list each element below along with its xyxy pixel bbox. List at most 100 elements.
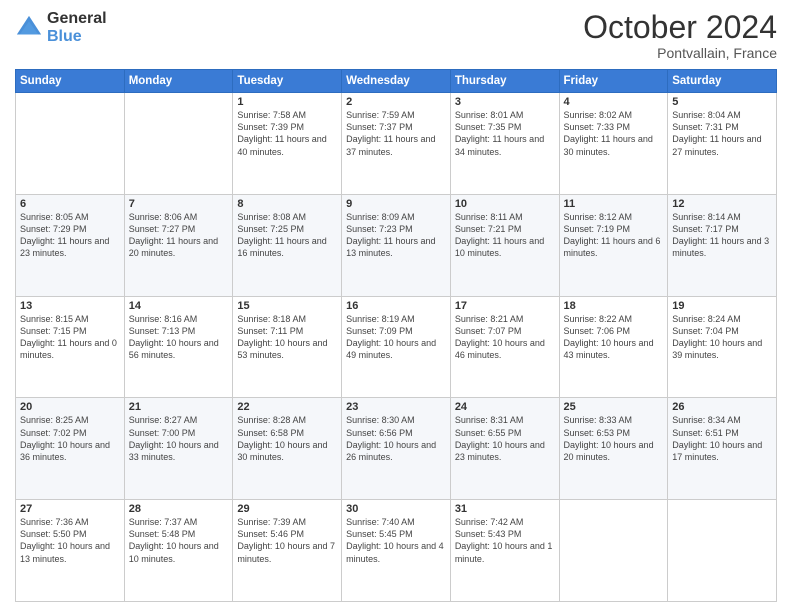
week-row-5: 27Sunrise: 7:36 AM Sunset: 5:50 PM Dayli… bbox=[16, 500, 777, 602]
calendar-cell-w1-d0 bbox=[16, 93, 125, 195]
calendar-cell-w4-d1: 21Sunrise: 8:27 AM Sunset: 7:00 PM Dayli… bbox=[124, 398, 233, 500]
day-info: Sunrise: 8:15 AM Sunset: 7:15 PM Dayligh… bbox=[20, 313, 120, 362]
day-number: 3 bbox=[455, 96, 555, 108]
day-number: 25 bbox=[564, 401, 664, 413]
day-number: 7 bbox=[129, 198, 229, 210]
header-wednesday: Wednesday bbox=[342, 70, 451, 93]
header: General Blue October 2024 Pontvallain, F… bbox=[15, 10, 777, 61]
day-number: 19 bbox=[672, 300, 772, 312]
day-number: 23 bbox=[346, 401, 446, 413]
day-info: Sunrise: 8:27 AM Sunset: 7:00 PM Dayligh… bbox=[129, 414, 229, 463]
logo-text: General Blue bbox=[47, 10, 107, 46]
calendar-cell-w3-d6: 19Sunrise: 8:24 AM Sunset: 7:04 PM Dayli… bbox=[668, 296, 777, 398]
calendar-cell-w2-d3: 9Sunrise: 8:09 AM Sunset: 7:23 PM Daylig… bbox=[342, 194, 451, 296]
calendar-cell-w5-d1: 28Sunrise: 7:37 AM Sunset: 5:48 PM Dayli… bbox=[124, 500, 233, 602]
calendar-cell-w3-d4: 17Sunrise: 8:21 AM Sunset: 7:07 PM Dayli… bbox=[450, 296, 559, 398]
calendar-cell-w1-d3: 2Sunrise: 7:59 AM Sunset: 7:37 PM Daylig… bbox=[342, 93, 451, 195]
day-number: 1 bbox=[237, 96, 337, 108]
day-info: Sunrise: 8:12 AM Sunset: 7:19 PM Dayligh… bbox=[564, 211, 664, 260]
header-monday: Monday bbox=[124, 70, 233, 93]
day-info: Sunrise: 8:19 AM Sunset: 7:09 PM Dayligh… bbox=[346, 313, 446, 362]
week-row-1: 1Sunrise: 7:58 AM Sunset: 7:39 PM Daylig… bbox=[16, 93, 777, 195]
day-info: Sunrise: 7:40 AM Sunset: 5:45 PM Dayligh… bbox=[346, 516, 446, 565]
day-info: Sunrise: 8:01 AM Sunset: 7:35 PM Dayligh… bbox=[455, 109, 555, 158]
calendar-cell-w2-d5: 11Sunrise: 8:12 AM Sunset: 7:19 PM Dayli… bbox=[559, 194, 668, 296]
day-info: Sunrise: 8:11 AM Sunset: 7:21 PM Dayligh… bbox=[455, 211, 555, 260]
calendar-cell-w3-d2: 15Sunrise: 8:18 AM Sunset: 7:11 PM Dayli… bbox=[233, 296, 342, 398]
day-info: Sunrise: 8:08 AM Sunset: 7:25 PM Dayligh… bbox=[237, 211, 337, 260]
day-number: 2 bbox=[346, 96, 446, 108]
day-info: Sunrise: 8:09 AM Sunset: 7:23 PM Dayligh… bbox=[346, 211, 446, 260]
header-tuesday: Tuesday bbox=[233, 70, 342, 93]
day-info: Sunrise: 8:22 AM Sunset: 7:06 PM Dayligh… bbox=[564, 313, 664, 362]
day-number: 9 bbox=[346, 198, 446, 210]
day-number: 28 bbox=[129, 503, 229, 515]
day-number: 13 bbox=[20, 300, 120, 312]
day-number: 21 bbox=[129, 401, 229, 413]
calendar-cell-w4-d2: 22Sunrise: 8:28 AM Sunset: 6:58 PM Dayli… bbox=[233, 398, 342, 500]
calendar-cell-w4-d6: 26Sunrise: 8:34 AM Sunset: 6:51 PM Dayli… bbox=[668, 398, 777, 500]
calendar-cell-w4-d4: 24Sunrise: 8:31 AM Sunset: 6:55 PM Dayli… bbox=[450, 398, 559, 500]
day-info: Sunrise: 8:06 AM Sunset: 7:27 PM Dayligh… bbox=[129, 211, 229, 260]
day-info: Sunrise: 8:33 AM Sunset: 6:53 PM Dayligh… bbox=[564, 414, 664, 463]
day-info: Sunrise: 7:39 AM Sunset: 5:46 PM Dayligh… bbox=[237, 516, 337, 565]
day-number: 14 bbox=[129, 300, 229, 312]
day-number: 5 bbox=[672, 96, 772, 108]
logo: General Blue bbox=[15, 10, 107, 46]
calendar-cell-w1-d4: 3Sunrise: 8:01 AM Sunset: 7:35 PM Daylig… bbox=[450, 93, 559, 195]
day-info: Sunrise: 8:21 AM Sunset: 7:07 PM Dayligh… bbox=[455, 313, 555, 362]
calendar-cell-w2-d1: 7Sunrise: 8:06 AM Sunset: 7:27 PM Daylig… bbox=[124, 194, 233, 296]
day-info: Sunrise: 7:42 AM Sunset: 5:43 PM Dayligh… bbox=[455, 516, 555, 565]
page: General Blue October 2024 Pontvallain, F… bbox=[0, 0, 792, 612]
day-info: Sunrise: 8:18 AM Sunset: 7:11 PM Dayligh… bbox=[237, 313, 337, 362]
weekday-header-row: Sunday Monday Tuesday Wednesday Thursday… bbox=[16, 70, 777, 93]
day-number: 22 bbox=[237, 401, 337, 413]
location: Pontvallain, France bbox=[583, 45, 777, 61]
day-info: Sunrise: 7:59 AM Sunset: 7:37 PM Dayligh… bbox=[346, 109, 446, 158]
day-info: Sunrise: 7:37 AM Sunset: 5:48 PM Dayligh… bbox=[129, 516, 229, 565]
calendar-cell-w2-d0: 6Sunrise: 8:05 AM Sunset: 7:29 PM Daylig… bbox=[16, 194, 125, 296]
header-thursday: Thursday bbox=[450, 70, 559, 93]
day-number: 17 bbox=[455, 300, 555, 312]
day-number: 31 bbox=[455, 503, 555, 515]
calendar-cell-w2-d4: 10Sunrise: 8:11 AM Sunset: 7:21 PM Dayli… bbox=[450, 194, 559, 296]
calendar-cell-w4-d0: 20Sunrise: 8:25 AM Sunset: 7:02 PM Dayli… bbox=[16, 398, 125, 500]
day-number: 16 bbox=[346, 300, 446, 312]
day-number: 8 bbox=[237, 198, 337, 210]
day-info: Sunrise: 7:36 AM Sunset: 5:50 PM Dayligh… bbox=[20, 516, 120, 565]
title-area: October 2024 Pontvallain, France bbox=[583, 10, 777, 61]
day-number: 15 bbox=[237, 300, 337, 312]
day-number: 18 bbox=[564, 300, 664, 312]
day-number: 24 bbox=[455, 401, 555, 413]
day-number: 30 bbox=[346, 503, 446, 515]
calendar-cell-w2-d6: 12Sunrise: 8:14 AM Sunset: 7:17 PM Dayli… bbox=[668, 194, 777, 296]
header-friday: Friday bbox=[559, 70, 668, 93]
day-info: Sunrise: 8:28 AM Sunset: 6:58 PM Dayligh… bbox=[237, 414, 337, 463]
calendar-cell-w1-d1 bbox=[124, 93, 233, 195]
header-saturday: Saturday bbox=[668, 70, 777, 93]
logo-icon bbox=[15, 14, 43, 42]
calendar-cell-w5-d4: 31Sunrise: 7:42 AM Sunset: 5:43 PM Dayli… bbox=[450, 500, 559, 602]
header-sunday: Sunday bbox=[16, 70, 125, 93]
calendar-cell-w4-d3: 23Sunrise: 8:30 AM Sunset: 6:56 PM Dayli… bbox=[342, 398, 451, 500]
week-row-2: 6Sunrise: 8:05 AM Sunset: 7:29 PM Daylig… bbox=[16, 194, 777, 296]
calendar-cell-w5-d0: 27Sunrise: 7:36 AM Sunset: 5:50 PM Dayli… bbox=[16, 500, 125, 602]
week-row-4: 20Sunrise: 8:25 AM Sunset: 7:02 PM Dayli… bbox=[16, 398, 777, 500]
calendar-cell-w5-d5 bbox=[559, 500, 668, 602]
day-info: Sunrise: 8:16 AM Sunset: 7:13 PM Dayligh… bbox=[129, 313, 229, 362]
calendar-cell-w3-d0: 13Sunrise: 8:15 AM Sunset: 7:15 PM Dayli… bbox=[16, 296, 125, 398]
calendar-cell-w1-d2: 1Sunrise: 7:58 AM Sunset: 7:39 PM Daylig… bbox=[233, 93, 342, 195]
day-number: 6 bbox=[20, 198, 120, 210]
calendar-cell-w3-d5: 18Sunrise: 8:22 AM Sunset: 7:06 PM Dayli… bbox=[559, 296, 668, 398]
calendar-table: Sunday Monday Tuesday Wednesday Thursday… bbox=[15, 69, 777, 602]
calendar-cell-w5-d6 bbox=[668, 500, 777, 602]
day-number: 26 bbox=[672, 401, 772, 413]
month-title: October 2024 bbox=[583, 10, 777, 45]
calendar-cell-w3-d3: 16Sunrise: 8:19 AM Sunset: 7:09 PM Dayli… bbox=[342, 296, 451, 398]
day-number: 4 bbox=[564, 96, 664, 108]
calendar-cell-w5-d3: 30Sunrise: 7:40 AM Sunset: 5:45 PM Dayli… bbox=[342, 500, 451, 602]
calendar-cell-w1-d5: 4Sunrise: 8:02 AM Sunset: 7:33 PM Daylig… bbox=[559, 93, 668, 195]
calendar-cell-w1-d6: 5Sunrise: 8:04 AM Sunset: 7:31 PM Daylig… bbox=[668, 93, 777, 195]
day-info: Sunrise: 8:05 AM Sunset: 7:29 PM Dayligh… bbox=[20, 211, 120, 260]
day-info: Sunrise: 8:34 AM Sunset: 6:51 PM Dayligh… bbox=[672, 414, 772, 463]
